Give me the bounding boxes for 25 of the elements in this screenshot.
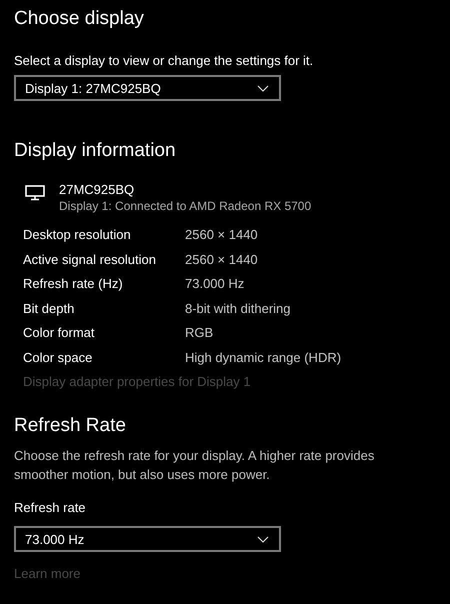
dropdown[interactable]: 73.000 Hz <box>14 526 281 552</box>
property-value: 2560 × 1440 <box>185 226 259 244</box>
field-label: Refresh rate <box>14 499 86 517</box>
property-value: RGB <box>185 324 214 342</box>
description: Select a display to view or change the settings for it. <box>14 52 314 70</box>
monitor-name: 27MC925BQ <box>59 181 136 198</box>
section-title: Refresh Rate <box>14 414 126 438</box>
property-value: High dynamic range (HDR) <box>185 348 342 367</box>
property-label: Color format <box>23 324 96 342</box>
property-value: 2560 × 1440 <box>185 250 259 268</box>
property-label: Bit depth <box>23 300 76 318</box>
property-value: 73.000 Hz <box>185 275 246 293</box>
connection-text: Display 1: Connected to AMD Radeon RX 5700 <box>59 198 312 215</box>
description: Choose the refresh rate for your display. A higher rate provides smoother motion, but also uses more power. <box>14 447 376 484</box>
property-label: Active signal resolution <box>23 250 157 269</box>
property-label: Desktop resolution <box>23 226 132 244</box>
property-value: 8-bit with dithering <box>185 300 292 318</box>
property-label: Color space <box>23 348 94 367</box>
section-title: Choose display <box>14 7 144 31</box>
monitor-icon <box>25 185 45 201</box>
property-label: Refresh rate (Hz) <box>23 275 124 293</box>
dropdown[interactable]: Display 1: 27MC925BQ <box>14 75 281 101</box>
chevron-down-icon <box>257 84 269 92</box>
section-title: Display information <box>14 139 176 163</box>
chevron-down-icon <box>257 536 269 542</box>
